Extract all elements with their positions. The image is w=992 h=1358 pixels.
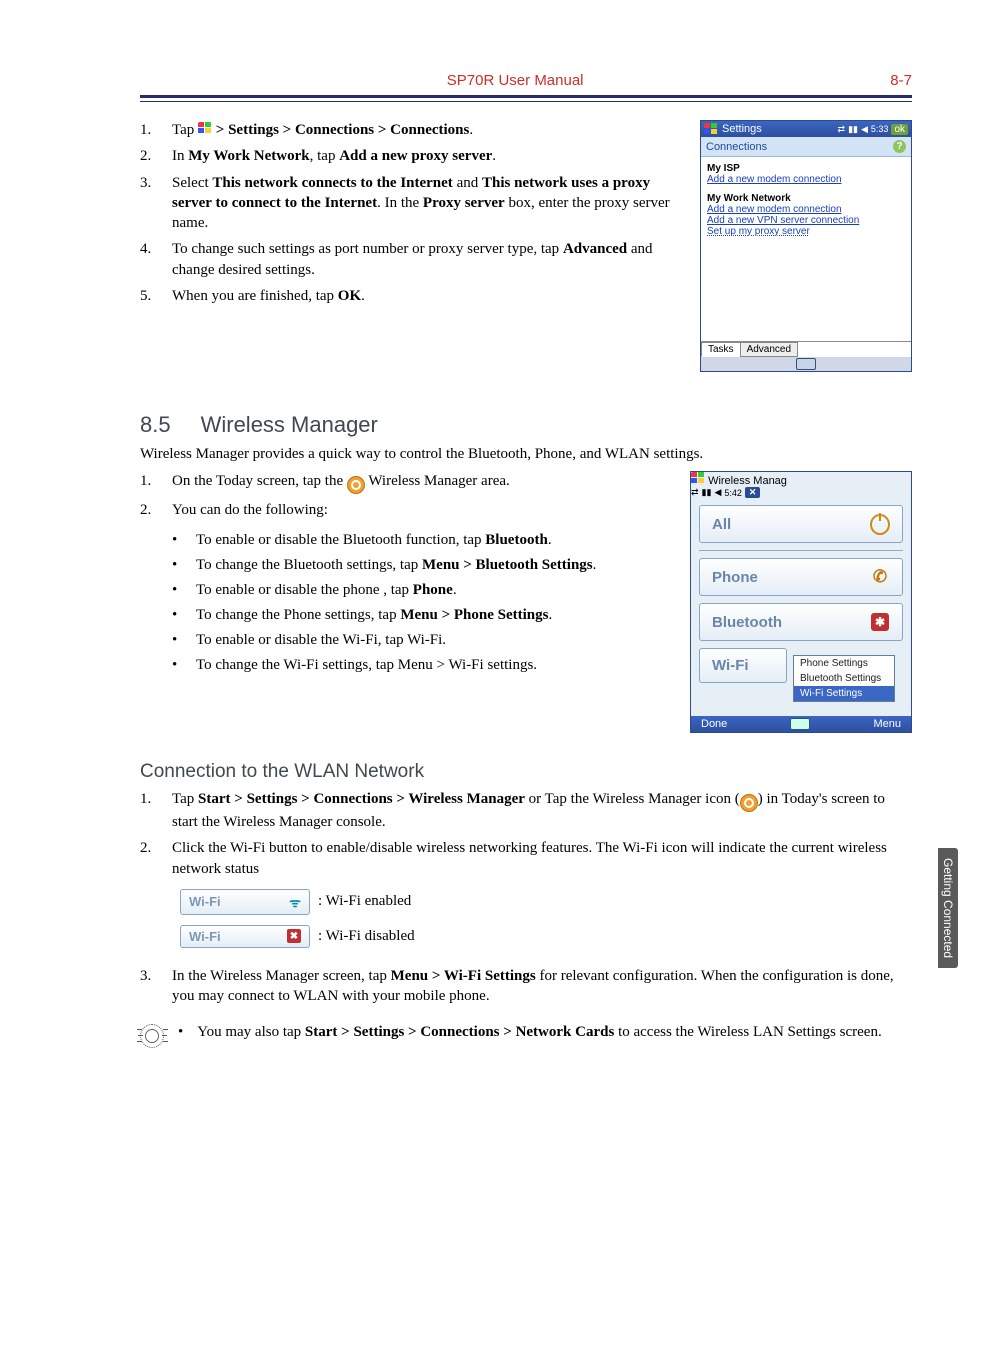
signal-icon: ▮▮	[702, 487, 712, 498]
wifi-chip-enabled: Wi-Fi ᯤ	[180, 889, 310, 915]
wm-steps: 1. On the Today screen, tap the Wireless…	[140, 471, 674, 520]
wifi-disabled-row: Wi-Fi ✖ : Wi-Fi disabled	[180, 925, 912, 948]
shot1-titlebar: Settings ⇄ ▮▮ ◀ 5:33 ok	[701, 121, 911, 137]
screenshot-wireless-manager: Wireless Manag ⇄ ▮▮ ◀ 5:42 ✕ All Phone ✆…	[690, 471, 912, 733]
signal-icon: ▮▮	[848, 124, 858, 135]
screenshot-connections: Settings ⇄ ▮▮ ◀ 5:33 ok Connections ? My…	[700, 120, 912, 372]
wm-popup-menu: Phone Settings Bluetooth Settings Wi-Fi …	[793, 655, 895, 702]
my-work-title: My Work Network	[707, 193, 905, 204]
softkey-done[interactable]: Done	[701, 718, 727, 730]
phone-icon: ✆	[870, 567, 890, 587]
close-button[interactable]: ✕	[745, 487, 761, 498]
work-proxy-link[interactable]: Set up my proxy server	[707, 226, 905, 237]
work-add-modem-link[interactable]: Add a new modem connection	[707, 204, 905, 215]
keyboard-icon[interactable]	[796, 358, 816, 370]
shot1-bottom-bar	[701, 357, 911, 371]
shot1-title: Settings	[722, 123, 762, 135]
menu-bluetooth-settings[interactable]: Bluetooth Settings	[794, 671, 894, 686]
wlan-steps-cont: 3. In the Wireless Manager screen, tap M…	[140, 966, 912, 1007]
wifi-on-icon: ᯤ	[289, 893, 301, 911]
lightbulb-icon	[140, 1024, 164, 1048]
shot1-subhead: Connections ?	[701, 137, 911, 157]
work-add-vpn-link[interactable]: Add a new VPN server connection	[707, 215, 905, 226]
start-icon	[198, 122, 212, 134]
proxy-steps: 1. Tap > Settings > Connections > Connec…	[140, 120, 684, 306]
start-icon[interactable]	[691, 472, 705, 484]
my-isp-title: My ISP	[707, 163, 905, 174]
proxy-step-4: 4. To change such settings as port numbe…	[140, 239, 684, 280]
clock: 5:42	[724, 488, 742, 498]
proxy-step-1: 1. Tap > Settings > Connections > Connec…	[140, 120, 684, 140]
wm-row-wifi[interactable]: Wi-Fi	[699, 648, 787, 683]
proxy-step-3: 3. Select This network connects to the I…	[140, 173, 684, 234]
wireless-manager-icon	[347, 476, 365, 494]
wm-step-1: 1. On the Today screen, tap the Wireless…	[140, 471, 674, 494]
side-tab-getting-connected: Getting Connected	[938, 848, 958, 968]
wifi-chip-disabled: Wi-Fi ✖	[180, 925, 310, 948]
menu-phone-settings[interactable]: Phone Settings	[794, 656, 894, 671]
shot2-titlebar: Wireless Manag ⇄ ▮▮ ◀ 5:42 ✕	[691, 472, 911, 498]
help-icon[interactable]: ?	[893, 140, 906, 153]
tab-tasks[interactable]: Tasks	[701, 342, 741, 357]
wm-row-phone[interactable]: Phone ✆	[699, 558, 903, 596]
page-header: SP70R User Manual 8-7	[140, 60, 912, 95]
clock: 5:33	[871, 124, 889, 134]
start-icon[interactable]	[704, 123, 718, 135]
shot1-tabs: Tasks Advanced	[701, 341, 911, 357]
header-rule	[140, 95, 912, 102]
wireless-manager-icon	[740, 794, 758, 812]
wlan-step-3: 3. In the Wireless Manager screen, tap M…	[140, 966, 912, 1007]
isp-add-modem-link[interactable]: Add a new modem connection	[707, 174, 905, 185]
wm-row-all[interactable]: All	[699, 505, 903, 543]
wifi-off-icon: ✖	[287, 929, 301, 943]
wlan-steps: 1. Tap Start > Settings > Connections > …	[140, 789, 912, 879]
tip-row: • You may also tap Start > Settings > Co…	[140, 1024, 912, 1048]
wifi-enabled-row: Wi-Fi ᯤ : Wi-Fi enabled	[180, 889, 912, 915]
volume-icon: ◀	[861, 124, 868, 135]
wlan-step-1: 1. Tap Start > Settings > Connections > …	[140, 789, 912, 832]
section-8-5-heading: 8.5Wireless Manager	[140, 412, 912, 438]
menu-wifi-settings[interactable]: Wi-Fi Settings	[794, 686, 894, 701]
shot2-softkeys: Done Menu	[691, 716, 911, 732]
wm-step-2: 2. You can do the following:	[140, 500, 674, 520]
sync-icon: ⇄	[691, 487, 699, 498]
wm-intro: Wireless Manager provides a quick way to…	[140, 446, 912, 463]
page-number: 8-7	[890, 72, 912, 89]
shot2-title: Wireless Manag	[708, 475, 787, 487]
wm-row-bluetooth[interactable]: Bluetooth ✱	[699, 603, 903, 641]
power-icon	[870, 514, 890, 534]
proxy-step-2: 2. In My Work Network, tap Add a new pro…	[140, 146, 684, 166]
softkey-menu[interactable]: Menu	[873, 718, 901, 730]
ok-button[interactable]: ok	[891, 124, 908, 135]
sync-icon: ⇄	[838, 124, 846, 135]
keyboard-icon[interactable]	[790, 718, 810, 730]
wm-bullets: •To enable or disable the Bluetooth func…	[140, 530, 674, 676]
wlan-step-2: 2. Click the Wi-Fi button to enable/disa…	[140, 838, 912, 879]
bluetooth-off-icon: ✱	[870, 612, 890, 632]
volume-icon: ◀	[714, 487, 721, 498]
wlan-heading: Connection to the WLAN Network	[140, 761, 912, 783]
manual-title: SP70R User Manual	[447, 72, 584, 89]
tab-advanced[interactable]: Advanced	[740, 342, 798, 357]
proxy-step-5: 5. When you are finished, tap OK.	[140, 286, 684, 306]
